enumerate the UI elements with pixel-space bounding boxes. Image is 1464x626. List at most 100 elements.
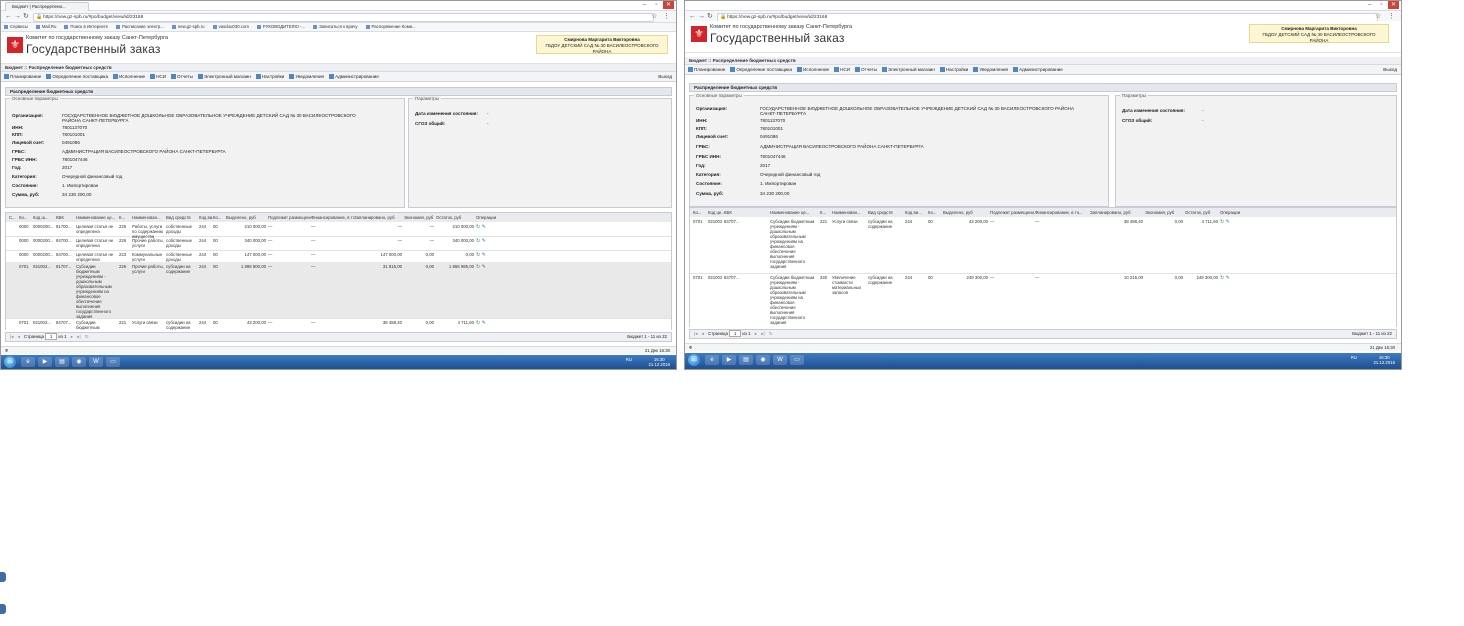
- back-icon[interactable]: ←: [5, 12, 12, 21]
- close-icon[interactable]: ✕: [1388, 1, 1399, 9]
- column-header[interactable]: Экономия, руб: [1145, 208, 1185, 217]
- column-header[interactable]: Код ви...: [199, 213, 213, 222]
- column-header[interactable]: Наименование це...: [770, 208, 818, 217]
- ie-icon[interactable]: e: [21, 357, 35, 367]
- menu-item[interactable]: Уведомления: [973, 65, 1008, 74]
- prev-page-icon[interactable]: ◂: [18, 334, 20, 339]
- bookmark-item[interactable]: Mail.Ru: [36, 23, 57, 31]
- column-header[interactable]: Наименован...: [132, 213, 166, 222]
- menu-item[interactable]: Настройки: [256, 72, 285, 81]
- column-header[interactable]: Ко...: [213, 213, 226, 222]
- column-header[interactable]: Экономия, руб: [404, 213, 436, 222]
- ie-icon[interactable]: e: [705, 355, 719, 365]
- refresh-icon[interactable]: ↻: [85, 334, 89, 339]
- table-row[interactable]: 0000 0000200... 81700... Целевая статья не …: [6, 222, 671, 239]
- column-header[interactable]: К...: [119, 213, 132, 222]
- column-header[interactable]: Подлежит размещени...: [268, 213, 311, 222]
- column-header[interactable]: КБК: [724, 208, 768, 217]
- edit-row-icon[interactable]: ✎: [480, 264, 486, 270]
- column-header[interactable]: К...: [820, 208, 832, 217]
- media-icon[interactable]: ▶: [722, 355, 736, 365]
- reload-icon[interactable]: ↻: [23, 12, 29, 21]
- menu-item[interactable]: Уведомления: [289, 72, 324, 81]
- menu-item[interactable]: Определение поставщика: [730, 65, 792, 74]
- bookmark-item[interactable]: Распоряжение Коми...: [366, 23, 416, 31]
- menu-item[interactable]: Администрирование: [329, 72, 379, 81]
- user-info[interactable]: Смирнова Маргарита Викторовна ГБДОУ ДЕТС…: [536, 35, 668, 54]
- table-row[interactable]: 0000 0000200... 84700... Целевая статья не …: [6, 236, 671, 251]
- forward-icon[interactable]: →: [14, 12, 21, 21]
- column-header[interactable]: КБК: [56, 213, 76, 222]
- menu-item[interactable]: Отчеты: [855, 65, 877, 74]
- edit-row-icon[interactable]: ✎: [1224, 275, 1230, 281]
- word-icon[interactable]: W: [89, 357, 103, 367]
- tray-lang[interactable]: RU: [626, 357, 632, 362]
- menu-item[interactable]: Администрирование: [1013, 65, 1063, 74]
- column-header[interactable]: Операции: [1220, 208, 1255, 217]
- close-icon[interactable]: ✕: [663, 1, 674, 9]
- tray-clock[interactable]: 16:30 21.12.2016: [1373, 355, 1395, 365]
- column-header[interactable]: Наименование це...: [76, 213, 119, 222]
- edit-row-icon[interactable]: ✎: [480, 224, 486, 230]
- column-header[interactable]: Код це...: [708, 208, 724, 217]
- browser-menu-icon[interactable]: ⋮: [1388, 12, 1395, 21]
- menu-item[interactable]: Электронный магазин: [198, 72, 251, 81]
- tray-lang[interactable]: RU: [1351, 355, 1357, 360]
- edit-row-icon[interactable]: ✎: [480, 252, 486, 258]
- menu-item[interactable]: Настройки: [940, 65, 969, 74]
- column-header[interactable]: Финансирование, в то...: [1035, 208, 1090, 217]
- forward-icon[interactable]: →: [698, 12, 705, 21]
- maximize-icon[interactable]: ▫: [1376, 1, 1387, 9]
- column-header[interactable]: Выделено, руб: [226, 213, 268, 222]
- bookmark-item[interactable]: new.gz-spb.ru: [172, 23, 205, 31]
- menu-item[interactable]: Планирование: [688, 65, 725, 74]
- column-header[interactable]: Ко...: [19, 213, 33, 222]
- exit-link[interactable]: Выход: [658, 72, 672, 81]
- menu-item[interactable]: НСИ: [834, 65, 850, 74]
- back-icon[interactable]: ←: [689, 12, 696, 21]
- last-page-icon[interactable]: ▸|: [77, 334, 80, 339]
- edit-row-icon[interactable]: ✎: [480, 320, 486, 326]
- menu-item[interactable]: Планирование: [4, 72, 41, 81]
- menu-item[interactable]: Отчеты: [171, 72, 193, 81]
- bookmark-item[interactable]: vasdou030.com: [213, 23, 249, 31]
- next-page-icon[interactable]: ▸: [71, 334, 73, 339]
- window-icon[interactable]: ▭: [790, 355, 804, 365]
- star-icon[interactable]: ☆: [1375, 12, 1381, 21]
- menu-item[interactable]: НСИ: [150, 72, 166, 81]
- column-header[interactable]: Выделено, руб: [943, 208, 990, 217]
- menu-item[interactable]: Исполнение: [797, 65, 829, 74]
- browser-menu-icon[interactable]: ⋮: [663, 12, 670, 21]
- first-page-icon[interactable]: |◂: [10, 334, 13, 339]
- column-header[interactable]: Подлежит размещени...: [990, 208, 1035, 217]
- column-header[interactable]: Запланировано, руб: [1090, 208, 1145, 217]
- start-button-icon[interactable]: ⊞: [4, 356, 16, 368]
- page-input[interactable]: 1: [729, 330, 742, 338]
- media-icon[interactable]: ▶: [38, 357, 52, 367]
- page-input[interactable]: 1: [45, 333, 58, 341]
- column-header[interactable]: Код ви...: [905, 208, 928, 217]
- refresh-icon[interactable]: ↻: [769, 331, 773, 336]
- url-field[interactable]: 🔒 https://new.gz-spb.ru/#po/budget/view/i…: [33, 13, 654, 22]
- explorer-icon[interactable]: ▤: [55, 357, 69, 367]
- column-header[interactable]: Финансирование, в то...: [311, 213, 354, 222]
- table-row[interactable]: 0701 021002...84707... Субсидии бюджетным …: [690, 273, 1396, 327]
- bookmark-item[interactable]: Сервисы: [4, 23, 28, 31]
- column-header[interactable]: Остаток, руб: [436, 213, 476, 222]
- menu-item[interactable]: Электронный магазин: [882, 65, 935, 74]
- bookmark-item[interactable]: Расписание электр...: [116, 23, 164, 31]
- column-header[interactable]: Ко...: [693, 208, 708, 217]
- column-header[interactable]: Ко...: [928, 208, 943, 217]
- menu-item[interactable]: Исполнение: [113, 72, 145, 81]
- tray-clock[interactable]: 16:30 21.12.2016: [648, 357, 670, 367]
- user-info[interactable]: Смирнова Маргарита Викторовна ГБДОУ ДЕТС…: [1249, 24, 1389, 43]
- explorer-icon[interactable]: ▤: [739, 355, 753, 365]
- start-button-icon[interactable]: ⊞: [688, 354, 700, 366]
- word-icon[interactable]: W: [773, 355, 787, 365]
- prev-page-icon[interactable]: ◂: [702, 331, 704, 336]
- desktop-icon[interactable]: [0, 572, 6, 582]
- table-row[interactable]: 0701 021002... 84707... Субсидии бюджетным 2…: [6, 318, 671, 330]
- edit-row-icon[interactable]: ✎: [1224, 219, 1230, 225]
- window-icon[interactable]: ▭: [106, 357, 120, 367]
- bookmark-item[interactable]: РУКОВОДИТЕЛЮ -...: [257, 23, 305, 31]
